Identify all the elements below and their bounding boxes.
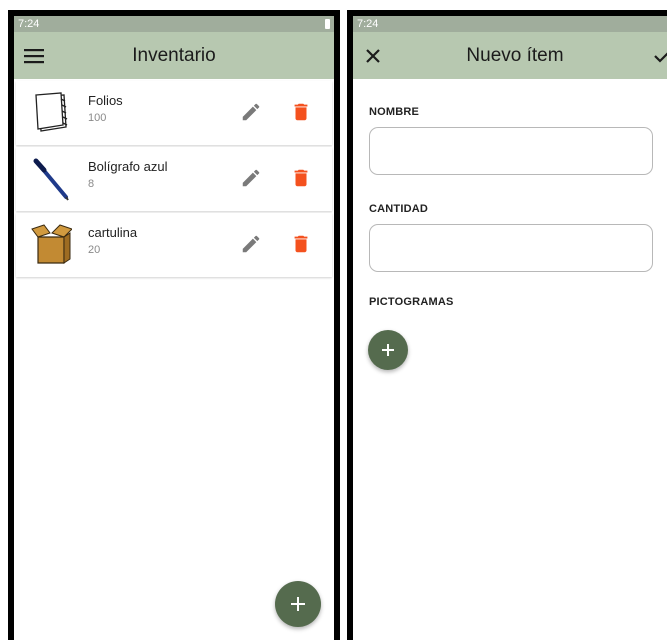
paper-stack-icon	[30, 91, 72, 135]
check-icon[interactable]	[651, 44, 667, 68]
status-time: 7:24	[18, 18, 40, 30]
item-quantity: 8	[88, 178, 95, 190]
inventory-list: Folios 100 Bolígrafo azul 8 cartulina 20	[14, 81, 334, 277]
item-quantity: 20	[88, 244, 101, 256]
add-pictogram-button[interactable]	[368, 330, 408, 370]
cantidad-label: CANTIDAD	[369, 203, 429, 215]
page-title: Inventario	[132, 44, 216, 66]
plus-icon	[382, 344, 394, 356]
phone-frame-left: 7:24 Inventario Folios 100 Bolígrafo azu…	[8, 10, 340, 640]
edit-icon[interactable]	[240, 233, 262, 255]
edit-icon[interactable]	[240, 101, 262, 123]
item-quantity: 100	[88, 112, 107, 124]
app-bar: Nuevo ítem	[353, 32, 667, 79]
battery-icon	[325, 19, 330, 29]
nombre-label: NOMBRE	[369, 106, 420, 118]
list-item[interactable]: Folios 100	[16, 81, 332, 145]
item-name: Folios	[88, 93, 123, 108]
delete-icon[interactable]	[290, 233, 312, 255]
item-name: cartulina	[88, 225, 138, 240]
delete-icon[interactable]	[290, 167, 312, 189]
phone-frame-right: 7:24 Nuevo ítem NOMBRE CANTIDAD PICTOGRA…	[347, 10, 667, 640]
list-item[interactable]: cartulina 20	[16, 213, 332, 277]
pictogramas-label: PICTOGRAMAS	[369, 296, 454, 308]
status-time: 7:24	[357, 18, 379, 30]
cantidad-field[interactable]	[369, 224, 653, 272]
new-item-screen: 7:24 Nuevo ítem NOMBRE CANTIDAD PICTOGRA…	[353, 16, 667, 640]
list-item[interactable]: Bolígrafo azul 8	[16, 147, 332, 211]
app-bar: Inventario	[14, 32, 334, 79]
status-bar: 7:24	[353, 16, 667, 32]
item-name: Bolígrafo azul	[88, 159, 168, 174]
menu-icon[interactable]	[22, 44, 46, 68]
close-icon[interactable]	[361, 44, 385, 68]
status-bar: 7:24	[14, 16, 334, 32]
page-title: Nuevo ítem	[466, 44, 564, 66]
inventory-screen: 7:24 Inventario Folios 100 Bolígrafo azu…	[14, 16, 334, 640]
cardboard-box-icon	[30, 223, 73, 267]
pen-icon	[30, 157, 72, 201]
nombre-field[interactable]	[369, 127, 653, 175]
plus-icon	[291, 597, 305, 611]
delete-icon[interactable]	[290, 101, 312, 123]
edit-icon[interactable]	[240, 167, 262, 189]
add-item-button[interactable]	[275, 581, 321, 627]
